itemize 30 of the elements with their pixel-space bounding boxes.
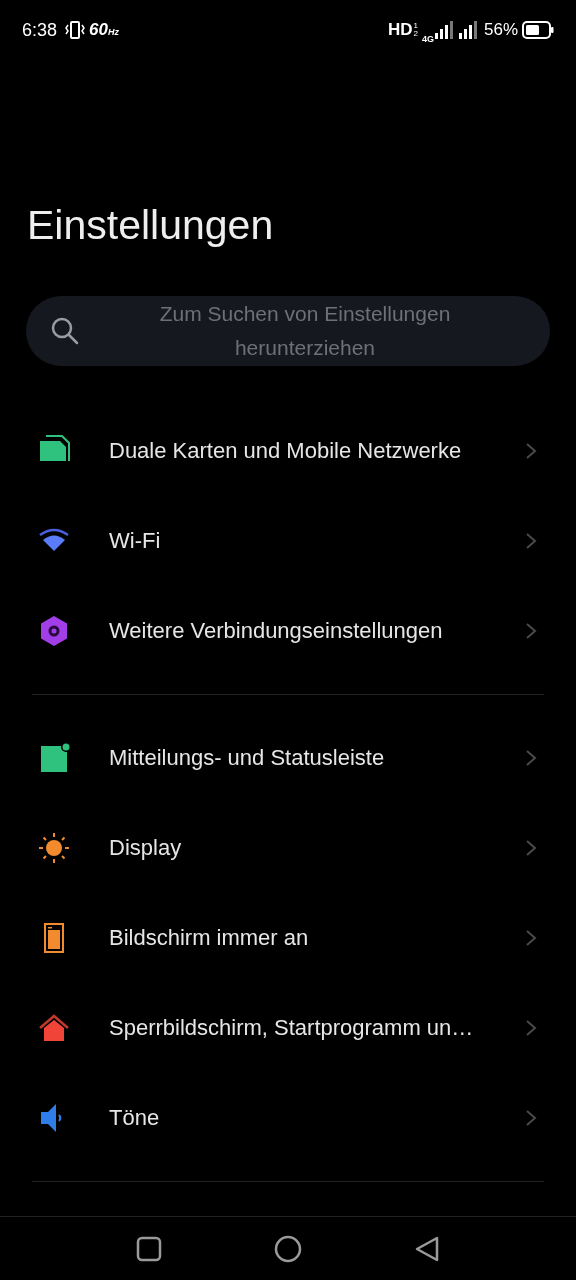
settings-item[interactable]: Weitere Verbindungseinstellungen — [0, 586, 576, 676]
chevron-icon — [524, 531, 538, 551]
search-icon — [50, 316, 80, 346]
chevron-icon — [524, 621, 538, 641]
chevron-icon — [524, 1018, 538, 1038]
chevron-icon — [524, 838, 538, 858]
clock: 6:38 — [22, 19, 58, 41]
chevron-icon — [524, 748, 538, 768]
settings-item[interactable]: Wi-Fi — [0, 496, 576, 586]
settings-item[interactable]: Mitteilungs- und Statusleiste — [0, 713, 576, 803]
sim-number: 2 — [413, 30, 418, 38]
settings-item[interactable]: Bildschirm immer an — [0, 893, 576, 983]
chevron-icon — [524, 928, 538, 948]
battery-icon — [522, 21, 554, 39]
settings-item[interactable]: Display — [0, 803, 576, 893]
chevron-icon — [524, 441, 538, 461]
signal-icon — [433, 21, 454, 39]
signal-icon — [457, 21, 478, 39]
network-label: HD — [387, 20, 413, 40]
settings-item[interactable]: Sperrbildschirm, Startprogramm un… — [0, 983, 576, 1073]
battery-percent: 56% — [483, 20, 518, 40]
settings-item[interactable]: Töne — [0, 1073, 576, 1163]
sun-icon — [36, 830, 72, 866]
settings-item[interactable]: Duale Karten und Mobile Netzwerke — [0, 406, 576, 496]
page-title: Einstellungen — [27, 201, 275, 250]
vibrate-icon — [65, 20, 86, 40]
search-field[interactable]: Zum Suchen von Einstellungen herunterziehen — [26, 296, 550, 366]
mobile-data-label: 4G — [421, 34, 434, 44]
chevron-icon — [524, 1108, 538, 1128]
sim-number: 1 — [413, 22, 418, 30]
